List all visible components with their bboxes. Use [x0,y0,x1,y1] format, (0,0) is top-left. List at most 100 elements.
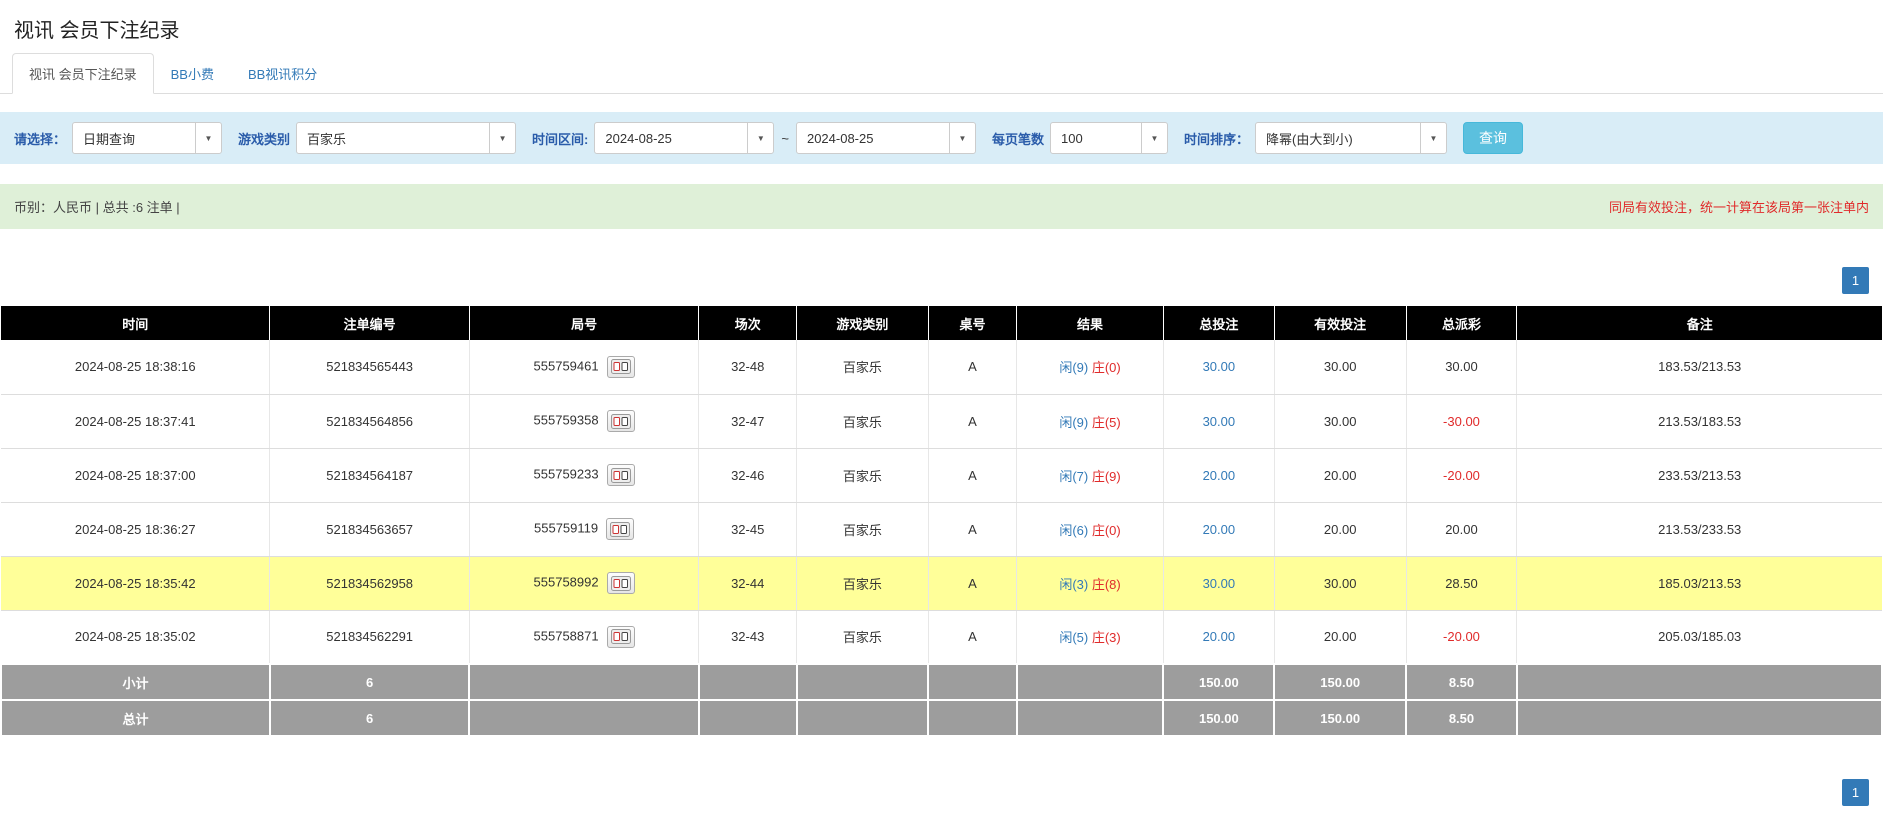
summary-cell: 小计 [1,664,270,700]
time-cell: 2024-08-25 18:37:41 [1,394,270,448]
chevron-down-icon[interactable]: ▼ [195,123,221,153]
total-bet-cell[interactable]: 30.00 [1163,340,1274,394]
total-bet-link[interactable]: 20.00 [1203,468,1236,483]
round-cell: 555758992 [469,556,698,610]
query-mode-select[interactable]: 日期查询 ▼ [72,122,222,154]
chevron-down-icon[interactable]: ▼ [1420,123,1446,153]
note-cell: 213.53/233.53 [1517,502,1882,556]
total-bet-cell[interactable]: 20.00 [1163,502,1274,556]
round-number: 555759358 [534,412,599,427]
summary-cell [469,664,698,700]
session-cell: 32-45 [699,502,797,556]
game-type-select[interactable]: 百家乐 ▼ [296,122,516,154]
total-bet-cell[interactable]: 30.00 [1163,394,1274,448]
result-cell: 闲(9) 庄(0) [1017,340,1164,394]
table-no-cell: A [928,340,1016,394]
pagination-top: 1 [0,267,1883,294]
record-row: 2024-08-25 18:37:41521834564856555759358… [1,394,1882,448]
query-mode-label: 请选择： [14,129,66,148]
chevron-down-icon[interactable]: ▼ [949,123,975,153]
result-player: 闲(9) [1059,360,1088,375]
summary-cell [699,700,797,736]
session-cell: 32-44 [699,556,797,610]
summary-cell: 150.00 [1163,700,1274,736]
date-from-select[interactable]: 2024-08-25 ▼ [594,122,774,154]
result-cell: 闲(5) 庄(3) [1017,610,1164,664]
tab-item[interactable]: 视讯 会员下注纪录 [12,53,154,94]
payout-cell: 30.00 [1406,340,1517,394]
total-bet-link[interactable]: 30.00 [1203,414,1236,429]
column-header: 桌号 [928,306,1016,340]
total-bet-cell[interactable]: 30.00 [1163,556,1274,610]
game-type-cell: 百家乐 [797,448,929,502]
record-row: 2024-08-25 18:36:27521834563657555759119… [1,502,1882,556]
chevron-down-icon[interactable]: ▼ [1141,123,1167,153]
result-player: 闲(7) [1059,469,1088,484]
time-cell: 2024-08-25 18:36:27 [1,502,270,556]
query-button[interactable]: 查询 [1463,122,1523,154]
result-player: 闲(5) [1059,630,1088,645]
page-1-button[interactable]: 1 [1842,267,1869,294]
round-number: 555759461 [534,358,599,373]
sort-order-select[interactable]: 降幂(由大到小) ▼ [1255,122,1447,154]
game-result-icon[interactable] [606,518,634,540]
table-no-cell: A [928,394,1016,448]
game-result-icon[interactable] [607,356,635,378]
valid-bet-cell: 30.00 [1274,556,1406,610]
summary-cell: 8.50 [1406,664,1517,700]
total-bet-link[interactable]: 20.00 [1203,522,1236,537]
game-type-value: 百家乐 [297,129,489,148]
result-banker: 庄(0) [1092,360,1121,375]
page-size-select[interactable]: 100 ▼ [1050,122,1168,154]
total-bet-cell[interactable]: 20.00 [1163,610,1274,664]
total-bet-link[interactable]: 30.00 [1203,576,1236,591]
note-cell: 185.03/213.53 [1517,556,1882,610]
game-result-icon[interactable] [607,626,635,648]
result-banker: 庄(5) [1092,415,1121,430]
result-banker: 庄(8) [1092,577,1121,592]
tab-item[interactable]: BB视讯积分 [231,53,334,94]
record-row: 2024-08-25 18:35:42521834562958555758992… [1,556,1882,610]
column-header: 总派彩 [1406,306,1517,340]
session-cell: 32-43 [699,610,797,664]
table-header-row: 时间注单编号局号场次游戏类别桌号结果总投注有效投注总派彩备注 [1,306,1882,340]
column-header: 有效投注 [1274,306,1406,340]
total-bet-link[interactable]: 20.00 [1203,629,1236,644]
sort-order-label: 时间排序： [1184,129,1249,148]
tab-item[interactable]: BB小费 [154,53,231,94]
game-result-icon[interactable] [607,464,635,486]
record-row: 2024-08-25 18:38:16521834565443555759461… [1,340,1882,394]
result-player: 闲(6) [1059,523,1088,538]
game-result-icon[interactable] [607,410,635,432]
total-bet-link[interactable]: 30.00 [1203,359,1236,374]
summary-cell [928,700,1016,736]
valid-bet-cell: 20.00 [1274,610,1406,664]
payout-cell: -20.00 [1406,610,1517,664]
summary-cell [699,664,797,700]
game-result-icon[interactable] [607,572,635,594]
game-type-cell: 百家乐 [797,502,929,556]
page-1-button[interactable]: 1 [1842,779,1869,806]
summary-cell: 总计 [1,700,270,736]
result-player: 闲(9) [1059,415,1088,430]
summary-cell [469,700,698,736]
summary-cell [1017,700,1164,736]
summary-cell [1517,664,1882,700]
chevron-down-icon[interactable]: ▼ [489,123,515,153]
date-to-select[interactable]: 2024-08-25 ▼ [796,122,976,154]
total-row: 总计6150.00150.008.50 [1,700,1882,736]
round-number: 555759119 [534,520,598,535]
game-type-cell: 百家乐 [797,610,929,664]
note-cell: 233.53/213.53 [1517,448,1882,502]
chevron-down-icon[interactable]: ▼ [747,123,773,153]
date-to-value: 2024-08-25 [797,131,949,146]
result-cell: 闲(7) 庄(9) [1017,448,1164,502]
date-from-value: 2024-08-25 [595,131,747,146]
time-cell: 2024-08-25 18:37:00 [1,448,270,502]
summary-cell: 150.00 [1274,664,1406,700]
total-bet-cell[interactable]: 20.00 [1163,448,1274,502]
column-header: 注单编号 [270,306,469,340]
bet-id-cell: 521834562958 [270,556,469,610]
game-type-cell: 百家乐 [797,340,929,394]
subtotal-row: 小计6150.00150.008.50 [1,664,1882,700]
